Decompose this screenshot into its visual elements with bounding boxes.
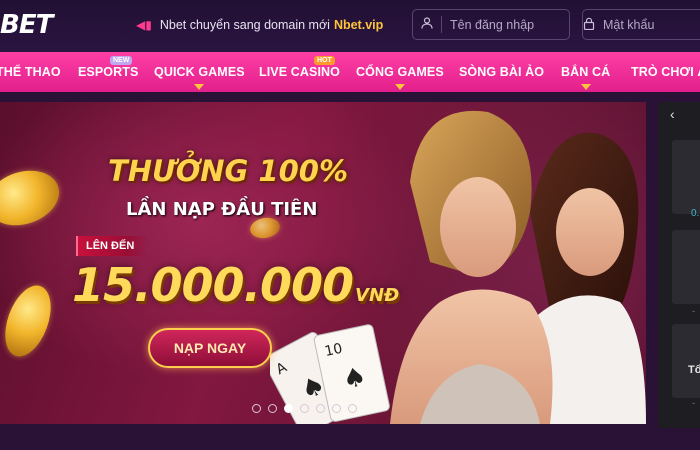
carousel-dot[interactable] bbox=[268, 404, 277, 413]
chevron-down-icon bbox=[580, 84, 591, 90]
promo-title: THƯỞNG 100% bbox=[108, 154, 349, 188]
new-badge: NEW bbox=[110, 56, 133, 65]
side-title: Tổ bbox=[688, 364, 700, 376]
nav-label: THỂ THAO bbox=[0, 65, 61, 79]
side-value: 0. bbox=[691, 208, 700, 219]
side-card[interactable] bbox=[672, 140, 700, 214]
nav-label: BẮN CÁ bbox=[561, 65, 611, 79]
promo-amount: 15.000.000 VNĐ bbox=[72, 258, 399, 312]
nav-item-ban-ca[interactable]: BẮN CÁ bbox=[561, 52, 610, 92]
carousel-dot[interactable] bbox=[316, 404, 325, 413]
top-header: BET ◀▮ Nbet chuyển sang domain mới Nbet.… bbox=[0, 0, 700, 52]
nav-item-cong-games[interactable]: CỔNG GAMES bbox=[356, 52, 444, 92]
chevron-down-icon bbox=[394, 84, 405, 90]
chevron-left-icon[interactable]: ‹ bbox=[670, 106, 675, 122]
nav-label: SÒNG BÀI ẢO bbox=[459, 65, 545, 79]
password-field[interactable] bbox=[582, 9, 700, 40]
site-logo[interactable]: BET bbox=[0, 10, 53, 40]
upto-label: LÊN ĐẾN bbox=[76, 236, 149, 256]
deposit-now-button[interactable]: NẠP NGAY bbox=[148, 328, 272, 368]
lock-icon bbox=[583, 17, 595, 33]
models-image bbox=[390, 110, 646, 424]
nav-item-esports[interactable]: ESPORTS NEW bbox=[78, 52, 138, 92]
carousel-dot[interactable] bbox=[252, 404, 261, 413]
notice-domain-link[interactable]: Nbet.vip bbox=[334, 18, 383, 32]
nav-label: CỔNG GAMES bbox=[356, 65, 444, 79]
side-card[interactable] bbox=[672, 230, 700, 304]
side-value: - bbox=[692, 306, 695, 316]
nav-label: ESPORTS bbox=[78, 65, 139, 79]
amount-value: 15.000.000 bbox=[72, 258, 354, 312]
side-panel: ‹ 0. - Tổ - bbox=[658, 102, 700, 428]
hot-badge: HOT bbox=[314, 56, 335, 65]
username-input[interactable] bbox=[450, 17, 560, 32]
nav-item-the-thao[interactable]: THỂ THAO bbox=[0, 52, 61, 92]
nav-item-song-bai-ao[interactable]: SÒNG BÀI ẢO bbox=[459, 52, 544, 92]
carousel-dots bbox=[252, 404, 357, 413]
currency-label: VNĐ bbox=[355, 285, 400, 306]
domain-notice: ◀▮ Nbet chuyển sang domain mới Nbet.vip bbox=[136, 16, 383, 34]
nav-label: TRÒ CHƠI Ả bbox=[631, 65, 700, 79]
nav-label: QUICK GAMES bbox=[154, 65, 245, 79]
promo-subtitle: LẦN NẠP ĐẦU TIÊN bbox=[126, 199, 318, 220]
nav-item-live-casino[interactable]: LIVE CASINO HOT bbox=[259, 52, 340, 92]
nav-item-tro-choi[interactable]: TRÒ CHƠI Ả bbox=[631, 52, 700, 92]
coin-image bbox=[0, 161, 67, 235]
carousel-dot[interactable] bbox=[284, 404, 293, 413]
carousel-dot[interactable] bbox=[300, 404, 309, 413]
coin-image bbox=[0, 279, 60, 363]
user-icon bbox=[413, 17, 441, 32]
carousel-dot[interactable] bbox=[332, 404, 341, 413]
password-input[interactable] bbox=[603, 17, 700, 32]
chevron-down-icon bbox=[194, 84, 205, 90]
nav-label: LIVE CASINO bbox=[259, 65, 340, 79]
side-card[interactable] bbox=[672, 324, 700, 398]
username-field[interactable] bbox=[412, 9, 570, 40]
side-value: - bbox=[692, 398, 695, 408]
carousel-dot[interactable] bbox=[348, 404, 357, 413]
field-divider bbox=[441, 16, 442, 33]
nav-item-quick-games[interactable]: QUICK GAMES bbox=[154, 52, 245, 92]
promo-banner[interactable]: A ♠ 10 ♠ THƯỞNG 100% LẦN NẠP ĐẦU TIÊN LÊ… bbox=[0, 102, 646, 424]
notice-text: Nbet chuyển sang domain mới bbox=[159, 18, 330, 32]
megaphone-icon: ◀▮ bbox=[136, 18, 152, 32]
main-nav: THỂ THAO ESPORTS NEW QUICK GAMES LIVE CA… bbox=[0, 52, 700, 92]
